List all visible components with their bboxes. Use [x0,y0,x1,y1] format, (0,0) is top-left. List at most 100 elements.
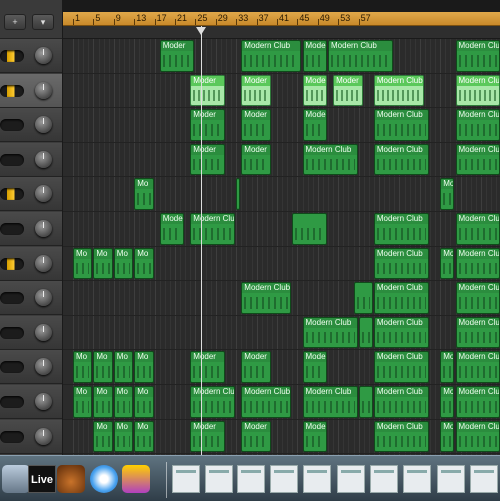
track-header-10[interactable] [0,350,62,384]
audio-region[interactable]: Mo [134,351,153,383]
tracks-grid[interactable]: ModerModern ClubModerModern ClubModern C… [63,39,500,455]
pan-knob[interactable] [35,47,52,64]
audio-region[interactable]: Mo [114,351,133,383]
track-header-2[interactable] [0,74,62,108]
audio-region[interactable] [292,213,327,245]
audio-region[interactable]: Mo [440,421,454,453]
audio-region[interactable]: Modern Club [374,317,429,349]
window-thumb-5[interactable] [303,465,331,493]
pan-knob[interactable] [35,324,52,341]
window-thumb-10[interactable] [470,465,498,493]
track-header-11[interactable] [0,385,62,419]
audio-region[interactable]: Mo [114,386,133,418]
audio-region[interactable]: Mo [134,386,153,418]
playhead[interactable] [201,26,202,455]
audio-region[interactable]: Mo [73,351,92,383]
audio-region[interactable]: Moder [333,75,363,107]
track-header-4[interactable] [0,143,62,177]
audio-region[interactable]: Moder [190,75,225,107]
audio-region[interactable]: Modern Club [241,282,291,314]
audio-region[interactable]: Modern Club [456,144,500,176]
track-volume-slider[interactable] [0,431,24,443]
audio-region[interactable]: Mo [440,178,454,210]
window-thumb-4[interactable] [270,465,298,493]
audio-region[interactable]: Modern Club [374,282,429,314]
pan-knob[interactable] [35,393,52,410]
audio-region[interactable]: Modern Club [456,248,500,280]
window-thumb-3[interactable] [237,465,265,493]
bar-ruler[interactable]: 159131721252933374145495357 [63,12,500,26]
audio-region[interactable]: Modern Club [374,351,429,383]
track-volume-slider[interactable] [0,50,24,62]
audio-region[interactable]: Modern Club [303,317,358,349]
window-thumb-6[interactable] [337,465,365,493]
live-icon[interactable]: Live [28,465,56,493]
audio-region[interactable]: Moder [190,109,225,141]
audio-region[interactable]: Modern Clu [190,386,235,418]
audio-region[interactable]: Mo [73,248,92,280]
window-thumb-2[interactable] [205,465,233,493]
track-volume-slider[interactable] [0,292,24,304]
pan-knob[interactable] [35,255,52,272]
pan-knob[interactable] [35,151,52,168]
track-volume-slider[interactable] [0,119,24,131]
audio-region[interactable]: Mo [114,421,133,453]
track-header-5[interactable] [0,177,62,211]
audio-region[interactable]: Modern Club [374,75,424,107]
track-header-12[interactable] [0,420,62,454]
audio-region[interactable]: Mo [93,248,112,280]
audio-region[interactable]: Mo [134,248,153,280]
finder-icon[interactable] [2,465,30,493]
audio-region[interactable]: Modern Club [241,386,291,418]
audio-region[interactable]: Modern Club [374,248,429,280]
audio-region[interactable]: Modern Club [456,40,500,72]
track-header-6[interactable] [0,212,62,246]
audio-region[interactable]: Modern Club [303,386,358,418]
track-volume-slider[interactable] [0,396,24,408]
audio-region[interactable]: Mo [134,421,153,453]
audio-region[interactable]: Moder [190,421,225,453]
audio-region[interactable]: Mo [93,386,112,418]
audio-region[interactable]: Moder [190,351,225,383]
audio-region[interactable] [354,282,373,314]
add-track-button[interactable]: + [4,14,26,30]
pan-knob[interactable] [35,220,52,237]
audio-region[interactable]: Modern Club [456,75,500,107]
pan-knob[interactable] [35,185,52,202]
audio-region[interactable]: Modern Club [456,282,500,314]
window-thumb-7[interactable] [370,465,398,493]
track-header-3[interactable] [0,108,62,142]
pan-knob[interactable] [35,116,52,133]
track-volume-slider[interactable] [0,188,24,200]
audio-region[interactable]: Moder [241,421,271,453]
window-thumb-1[interactable] [172,465,200,493]
podcast-icon[interactable] [122,465,150,493]
audio-region[interactable]: Mo [93,351,112,383]
track-volume-slider[interactable] [0,327,24,339]
audio-region[interactable]: Modern Club [456,386,500,418]
audio-region[interactable]: Mo [440,248,454,280]
audio-region[interactable] [236,178,240,210]
audio-region[interactable]: Mo [93,421,112,453]
audio-region[interactable]: Mo [134,178,153,210]
audio-region[interactable]: Moder [241,75,271,107]
track-volume-slider[interactable] [0,361,24,373]
audio-region[interactable]: Modern Club [374,109,429,141]
cycle-area[interactable] [63,26,500,39]
window-thumb-8[interactable] [403,465,431,493]
track-volume-slider[interactable] [0,223,24,235]
audio-region[interactable]: Moder [303,351,328,383]
audio-region[interactable]: Mo [114,248,133,280]
track-filter-button[interactable]: ▾ [32,14,54,30]
audio-region[interactable]: Modern Club [328,40,393,72]
window-thumb-9[interactable] [437,465,465,493]
track-header-7[interactable] [0,247,62,281]
pan-knob[interactable] [35,289,52,306]
audio-region[interactable]: Moder [190,144,225,176]
audio-region[interactable]: Modern Club [374,386,429,418]
track-volume-slider[interactable] [0,258,24,270]
pan-knob[interactable] [35,82,52,99]
audio-region[interactable]: Moder [241,109,271,141]
playhead-handle[interactable] [196,27,206,35]
audio-region[interactable]: Moder [303,40,328,72]
